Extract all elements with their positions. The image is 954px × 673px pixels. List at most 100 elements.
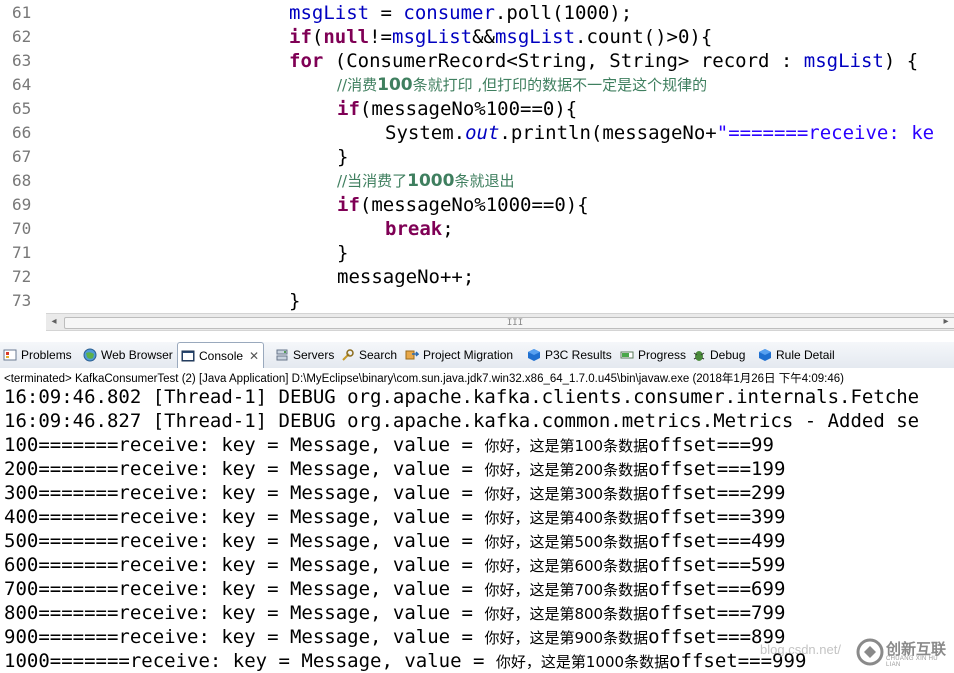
console-log-line: 16:09:46.827 [Thread-1] DEBUG org.apache… [4, 410, 920, 432]
output-offset: offset===399 [648, 506, 786, 528]
code-token: System. [385, 122, 466, 144]
code-editor[interactable]: 61 62 63 64 65 66 67 68 69 70 71 72 73 m… [0, 0, 954, 313]
watermark-logo: blog.csdn.net/ 创新互联 CHUANG XIN HU LIAN [760, 636, 954, 668]
line-number: 70 [12, 219, 32, 238]
output-text: 你好，这是第 [484, 533, 575, 551]
line-number-gutter: 61 62 63 64 65 66 67 68 69 70 71 72 73 [0, 0, 46, 313]
code-token: && [472, 26, 495, 48]
console-output-line: 600=======receive: key = Message, value … [4, 553, 785, 577]
code-text-area[interactable]: msgList = consumer.poll(1000); if (null!=… [46, 0, 954, 313]
line-number: 73 [12, 291, 32, 310]
tab-project-migration[interactable]: Project Migration [402, 342, 513, 367]
tab-label: Debug [710, 347, 746, 362]
output-prefix: 900=======receive: key = Message, value … [4, 626, 485, 648]
console-log-line: 16:09:46.802 [Thread-1] DEBUG org.apache… [4, 386, 920, 408]
code-comment[interactable]: //消费100条就打印 ,但打印的数据不一定是这个规律的 [337, 73, 707, 97]
tab-web-browser[interactable]: Web Browser [80, 342, 173, 367]
line-number: 66 [12, 123, 32, 142]
watermark-faint-text: blog.csdn.net/ [760, 642, 841, 657]
code-token: (messageNo%100==0){ [359, 98, 578, 120]
tab-problems[interactable]: Problems [0, 342, 72, 367]
line-number: 72 [12, 267, 32, 286]
output-text: 条数据 [603, 437, 649, 455]
output-text: 条数据 [624, 653, 670, 671]
output-number: 500 [574, 533, 604, 551]
code-line[interactable]: } [337, 241, 348, 265]
output-prefix: 700=======receive: key = Message, value … [4, 578, 485, 600]
code-token: msgList [494, 26, 576, 48]
code-token: 100 [377, 75, 413, 95]
tab-search[interactable]: Search [338, 342, 397, 367]
tab-servers[interactable]: Servers [272, 342, 334, 367]
output-offset: offset===99 [648, 434, 774, 456]
console-icon [181, 349, 195, 363]
tab-label: Problems [21, 347, 72, 362]
output-number: 400 [574, 509, 604, 527]
output-prefix: 200=======receive: key = Message, value … [4, 458, 485, 480]
editor-horizontal-scrollbar[interactable]: ◂ III ▸ [46, 313, 954, 331]
console-output-line: 200=======receive: key = Message, value … [4, 457, 785, 481]
code-line[interactable]: } [289, 289, 300, 313]
output-number: 300 [574, 485, 604, 503]
console-output-line: 100=======receive: key = Message, value … [4, 433, 774, 457]
tab-label: Project Migration [423, 347, 514, 362]
code-keyword: break [385, 218, 443, 240]
output-text: 条数据 [603, 509, 649, 527]
output-number: 600 [574, 557, 604, 575]
console-output-line: 400=======receive: key = Message, value … [4, 505, 785, 529]
output-text: 条数据 [603, 629, 649, 647]
code-token: //消费 [337, 76, 378, 94]
scroll-right-icon[interactable]: ▸ [938, 314, 954, 330]
code-line[interactable]: System.out.println(messageNo+"=======rec… [385, 121, 934, 145]
output-text: 你好，这是第 [484, 581, 575, 599]
globe-icon [83, 348, 97, 362]
code-line[interactable]: if(null!=msgList&&msgList.count()>0){ [289, 25, 712, 49]
code-token: msgList [803, 50, 884, 72]
code-line[interactable]: messageNo++; [337, 265, 474, 289]
console-output[interactable]: <terminated> KafkaConsumerTest (2) [Java… [0, 368, 954, 673]
code-keyword: null [323, 26, 370, 48]
code-token: .poll(1000); [494, 2, 633, 24]
code-comment[interactable]: //当消费了1000条就退出 [337, 169, 514, 193]
code-keyword: if [337, 98, 360, 120]
scroll-left-icon[interactable]: ◂ [46, 314, 62, 330]
tab-progress[interactable]: Progress [617, 342, 686, 367]
logo-icon [856, 638, 884, 666]
code-token: //当消费了 [337, 172, 408, 190]
code-line[interactable]: if(messageNo%1000==0){ [337, 193, 589, 217]
tab-p3c-results[interactable]: P3C Results [524, 342, 612, 367]
code-token: != [369, 26, 392, 48]
line-number: 62 [12, 27, 32, 46]
output-prefix: 500=======receive: key = Message, value … [4, 530, 485, 552]
output-text: 条数据 [603, 461, 649, 479]
output-prefix: 1000=======receive: key = Message, value… [4, 650, 496, 672]
p3c-icon [527, 348, 541, 362]
console-output-line: 900=======receive: key = Message, value … [4, 625, 785, 649]
migration-icon [405, 348, 420, 362]
console-process-header: <terminated> KafkaConsumerTest (2) [Java… [4, 373, 844, 385]
code-line[interactable]: } [337, 145, 348, 169]
code-token: out [465, 122, 500, 144]
close-icon[interactable]: ✕ [249, 349, 259, 363]
code-line[interactable]: break; [385, 217, 454, 241]
tab-rule-detail[interactable]: Rule Detail [755, 342, 835, 367]
problems-icon [3, 348, 17, 362]
line-number: 63 [12, 51, 32, 70]
tab-debug[interactable]: Debug [689, 342, 745, 367]
code-line[interactable]: for (ConsumerRecord<String, String> reco… [289, 49, 918, 73]
output-text: 你好，这是第 [484, 605, 575, 623]
code-token: .println(messageNo+ [499, 122, 717, 144]
rule-detail-icon [758, 348, 772, 362]
code-line[interactable]: if(messageNo%100==0){ [337, 97, 577, 121]
scrollbar-thumb[interactable]: III [64, 317, 954, 329]
line-number: 69 [12, 195, 32, 214]
code-line[interactable]: msgList = consumer.poll(1000); [289, 1, 632, 25]
code-token: ( [311, 26, 324, 48]
tab-console[interactable]: Console ✕ [177, 342, 265, 368]
output-number: 1000 [585, 653, 625, 671]
code-string: "=======receive: ke [716, 122, 935, 144]
scrollbar-grip: III [506, 318, 524, 328]
output-prefix: 100=======receive: key = Message, value … [4, 434, 485, 456]
bug-icon [692, 348, 706, 362]
output-prefix: 300=======receive: key = Message, value … [4, 482, 485, 504]
